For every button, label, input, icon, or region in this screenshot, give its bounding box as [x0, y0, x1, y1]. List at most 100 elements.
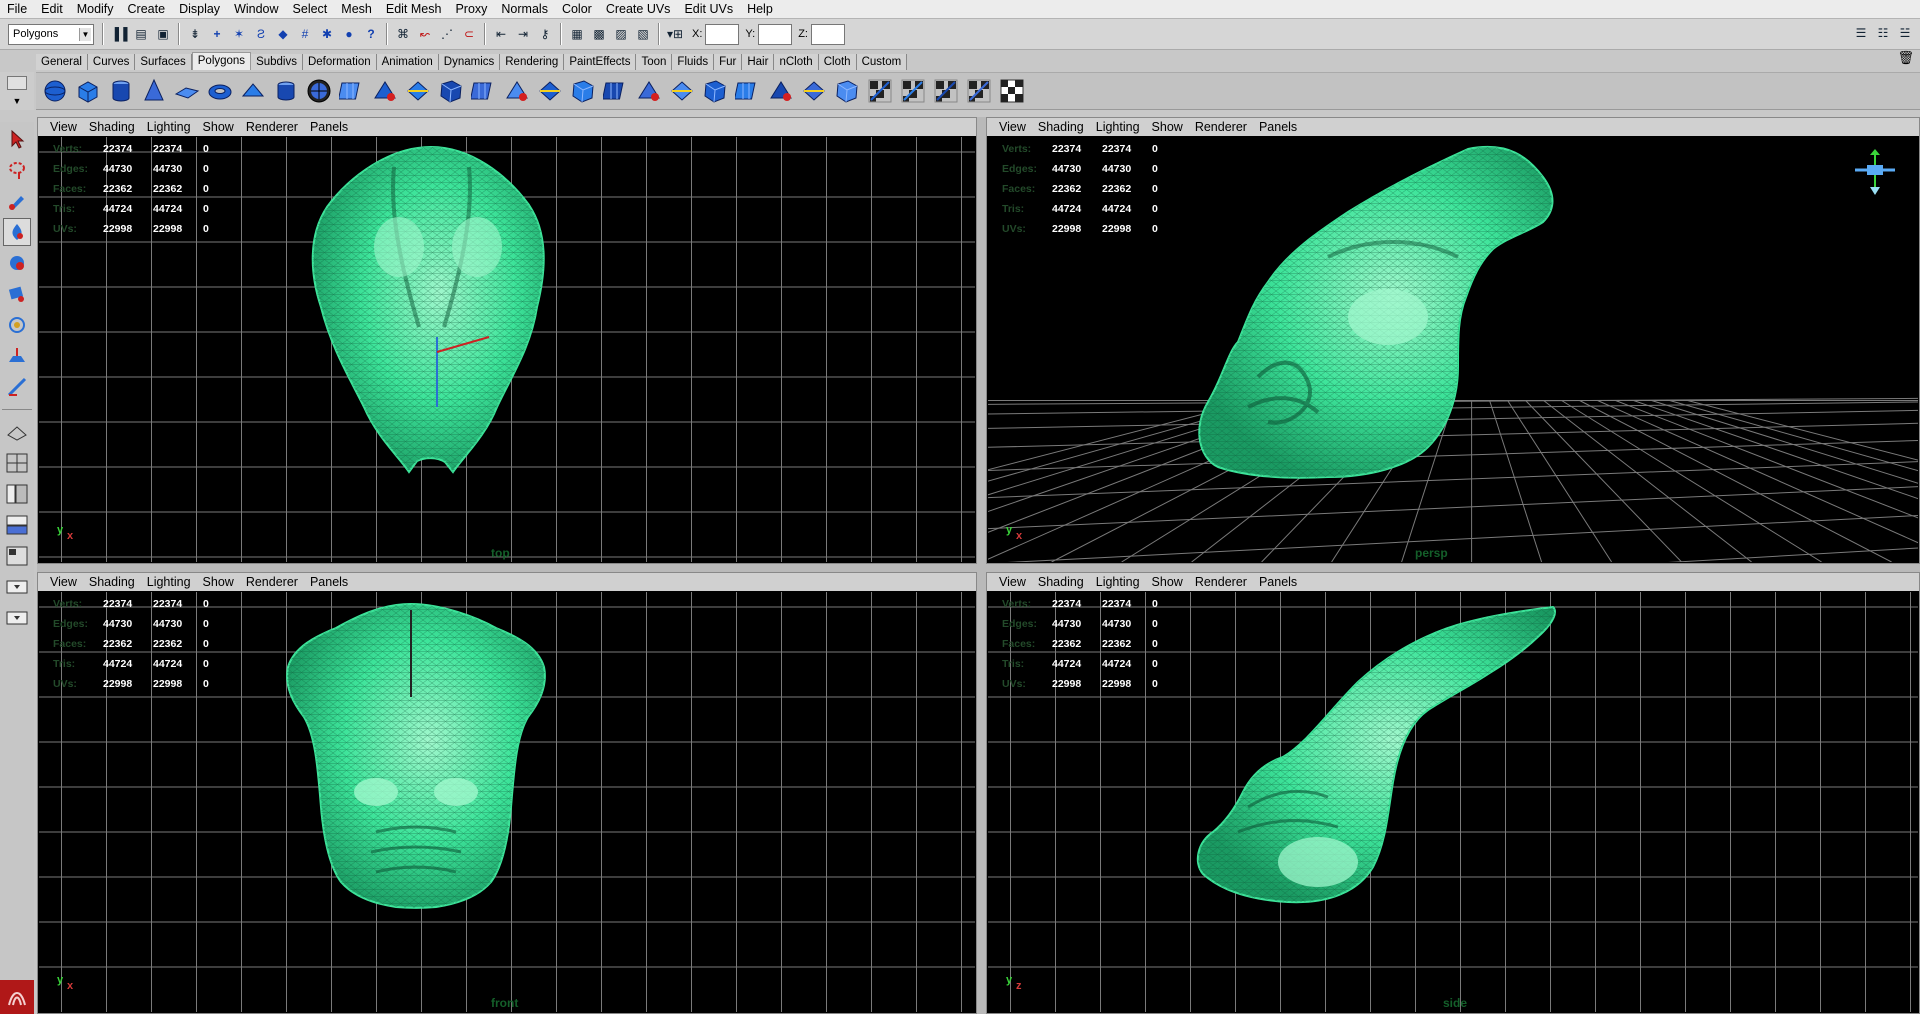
single-pane-layout-icon[interactable] [3, 418, 31, 446]
planar-map-icon[interactable] [832, 77, 861, 106]
panel-menu-shading[interactable]: Shading [83, 575, 141, 589]
menu-create-uvs[interactable]: Create UVs [599, 2, 678, 16]
chevron-down-icon[interactable]: ▾⊞ [665, 24, 685, 44]
panel-menu-view[interactable]: View [44, 575, 83, 589]
separate-icon[interactable] [370, 77, 399, 106]
bevel-icon[interactable] [469, 77, 498, 106]
menu-proxy[interactable]: Proxy [448, 2, 494, 16]
panel-menu-panels[interactable]: Panels [304, 120, 354, 134]
poly-cylinder-icon[interactable] [106, 77, 135, 106]
shelf-tab-painteffects[interactable]: PaintEffects [564, 54, 637, 70]
wedge-icon[interactable] [733, 77, 762, 106]
cylindrical-map-icon[interactable] [865, 77, 894, 106]
menu-file[interactable]: File [0, 2, 34, 16]
poly-sphere-icon[interactable] [40, 77, 69, 106]
viewport-top[interactable]: Verts: 22374 22374 0 Edges: 44730 44730 0 Faces:… [39, 137, 975, 562]
poly-soccer-icon[interactable] [304, 77, 333, 106]
offset-loop-icon[interactable] [700, 77, 729, 106]
panel-menu-renderer[interactable]: Renderer [1189, 575, 1253, 589]
smooth-icon[interactable] [403, 77, 432, 106]
menu-edit-uvs[interactable]: Edit UVs [677, 2, 740, 16]
curve-snap-icon[interactable]: Ƨ [251, 24, 271, 44]
render-view-icon[interactable]: ▦ [567, 24, 587, 44]
panel-menu-view[interactable]: View [993, 120, 1032, 134]
snap-point-icon[interactable]: ⋰ [437, 24, 457, 44]
persp-graph-layout-icon[interactable] [3, 511, 31, 539]
panel-menu-show[interactable]: Show [197, 575, 240, 589]
split-icon[interactable] [634, 77, 663, 106]
shelf-tab-hair[interactable]: Hair [742, 54, 775, 70]
tool-settings-icon[interactable]: ☱ [1895, 23, 1915, 43]
combine-icon[interactable] [337, 77, 366, 106]
chamfer-icon[interactable] [799, 77, 828, 106]
panel-menu-show[interactable]: Show [197, 120, 240, 134]
shelf-tab-cloth[interactable]: Cloth [818, 54, 857, 70]
move-tool-icon[interactable] [3, 249, 31, 277]
checker-icon[interactable] [997, 77, 1026, 106]
y-field[interactable] [758, 23, 793, 45]
automatic-map-icon[interactable] [931, 77, 960, 106]
lasso-tool-icon[interactable] [3, 156, 31, 184]
layout-dropdown-icon[interactable] [3, 604, 31, 632]
shelf-tab-fur[interactable]: Fur [714, 54, 743, 70]
panel-menu-panels[interactable]: Panels [1253, 575, 1303, 589]
select-tool-icon[interactable] [3, 125, 31, 153]
scale-tool-icon[interactable] [3, 311, 31, 339]
select-mode-icon[interactable]: ⇟ [185, 24, 205, 44]
z-field[interactable] [810, 23, 845, 45]
panel-menu-panels[interactable]: Panels [304, 575, 354, 589]
sculpt-tool-icon[interactable] [3, 218, 31, 246]
merge-icon[interactable] [601, 77, 630, 106]
shelf-tab-general[interactable]: General [36, 54, 88, 70]
dynamics-mask-icon[interactable]: ● [339, 24, 359, 44]
panel-menu-lighting[interactable]: Lighting [141, 120, 197, 134]
shelf-tab-polygons[interactable]: Polygons [191, 52, 252, 70]
lattice-mask-icon[interactable]: # [295, 24, 315, 44]
help-icon[interactable]: ? [361, 24, 381, 44]
poly-cone-icon[interactable] [139, 77, 168, 106]
poly-plane-icon[interactable] [172, 77, 201, 106]
shelf-scroll-box[interactable] [7, 76, 27, 90]
polygon-mask-icon[interactable]: ◆ [273, 24, 293, 44]
snap-grid-icon[interactable]: ⌘ [393, 24, 413, 44]
menu-mesh[interactable]: Mesh [334, 2, 379, 16]
poly-torus-icon[interactable] [205, 77, 234, 106]
panel-menu-shading[interactable]: Shading [1032, 575, 1090, 589]
poke-icon[interactable] [766, 77, 795, 106]
panel-menu-show[interactable]: Show [1146, 120, 1189, 134]
shelf-tab-rendering[interactable]: Rendering [500, 54, 565, 70]
shelf-tab-custom[interactable]: Custom [856, 54, 908, 70]
panel-menu-shading[interactable]: Shading [1032, 120, 1090, 134]
hierarchy-icon[interactable]: ✶ [229, 24, 249, 44]
new-scene-icon[interactable]: ▤ [131, 24, 151, 44]
snap-curve-icon[interactable]: ↜ [415, 24, 435, 44]
extrude-icon[interactable] [502, 77, 531, 106]
viewport-persp[interactable]: Verts: 22374 22374 0 Edges: 44730 44730 0 Faces:… [988, 137, 1918, 562]
open-scene-icon[interactable]: ▣ [153, 24, 173, 44]
shelf-tab-deformation[interactable]: Deformation [302, 54, 377, 70]
menu-normals[interactable]: Normals [494, 2, 555, 16]
move-icon[interactable]: + [207, 24, 227, 44]
x-field[interactable] [705, 23, 740, 45]
shelf-tab-surfaces[interactable]: Surfaces [135, 54, 192, 70]
manipulator-tool-icon[interactable] [3, 342, 31, 370]
collapse-icon[interactable]: ▐▐ [109, 24, 129, 44]
shelf-tab-fluids[interactable]: Fluids [672, 54, 715, 70]
menu-modify[interactable]: Modify [70, 2, 121, 16]
persp-outliner-layout-icon[interactable] [3, 480, 31, 508]
bridge-icon[interactable] [535, 77, 564, 106]
attribute-editor-icon[interactable]: ☰ [1851, 23, 1871, 43]
ipr-render-icon[interactable]: ▨ [611, 24, 631, 44]
snap-plane-icon[interactable]: ⊂ [459, 24, 479, 44]
smooth-proxy-icon[interactable] [436, 77, 465, 106]
input-ops-icon[interactable]: ⇤ [491, 24, 511, 44]
last-tool-icon[interactable] [3, 373, 31, 401]
deform-mask-icon[interactable]: ✱ [317, 24, 337, 44]
view-axis-gizmo-icon[interactable] [1850, 147, 1900, 197]
hypershade-layout-icon[interactable] [3, 542, 31, 570]
menu-edit[interactable]: Edit [34, 2, 70, 16]
menu-create[interactable]: Create [121, 2, 173, 16]
menu-help[interactable]: Help [740, 2, 780, 16]
construction-history-icon[interactable]: ⚷ [535, 24, 555, 44]
paint-select-tool-icon[interactable] [3, 187, 31, 215]
